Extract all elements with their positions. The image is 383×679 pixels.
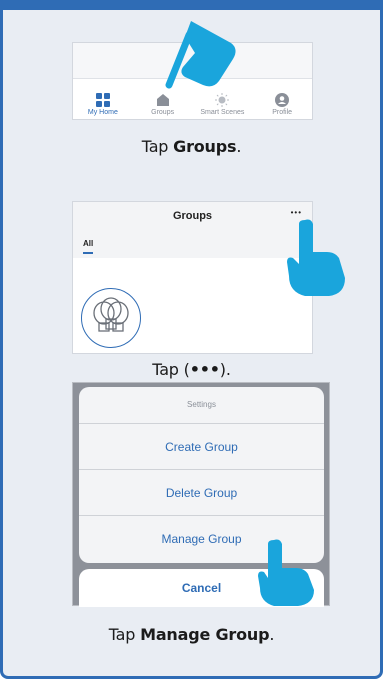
- create-group-button[interactable]: Create Group: [79, 423, 324, 469]
- groups-title: Groups: [172, 210, 213, 222]
- nav-item-profile[interactable]: Profile: [253, 93, 311, 119]
- sun-icon: [215, 93, 230, 107]
- nav-label: My Home: [87, 109, 118, 116]
- home-icon: [156, 94, 169, 106]
- nav-label: Profile: [272, 109, 293, 116]
- nav-item-my-home[interactable]: My Home: [74, 93, 132, 119]
- caption-bold: •••: [189, 360, 220, 379]
- step2-caption: Tap (•••).: [0, 360, 383, 379]
- grid-icon: [95, 93, 110, 107]
- step3-caption: Tap Manage Group.: [0, 625, 383, 644]
- caption-text: .: [236, 137, 242, 156]
- sheet-header: Settings: [187, 400, 216, 409]
- caption-text: Tap: [108, 625, 141, 644]
- pointing-hand-icon: [165, 21, 236, 89]
- caption-text: .: [269, 625, 275, 644]
- more-options-button[interactable]: •••: [291, 208, 302, 217]
- bulbs-icon: [93, 297, 129, 332]
- delete-group-button[interactable]: Delete Group: [79, 469, 324, 515]
- caption-bold: Manage Group: [140, 625, 270, 644]
- nav-label: Groups: [151, 109, 175, 116]
- card-header-bar: [0, 0, 383, 10]
- tab-indicator: [83, 252, 93, 254]
- groups-screenshot: Groups ••• All: [72, 201, 313, 354]
- pointing-hand-icon: [258, 539, 314, 606]
- step1-caption: Tap Groups.: [0, 137, 383, 156]
- profile-icon: [275, 93, 290, 107]
- caption-text: ).: [219, 360, 231, 379]
- caption-bold: Groups: [173, 137, 237, 156]
- nav-item-groups[interactable]: Groups: [134, 93, 192, 119]
- nav-label: Smart Scenes: [200, 109, 245, 116]
- pointing-hand-icon: [287, 219, 345, 296]
- bulb-group-card[interactable]: [81, 288, 141, 348]
- tab-all[interactable]: All: [83, 239, 93, 248]
- nav-item-smart-scenes[interactable]: Smart Scenes: [193, 93, 251, 119]
- settings-action-sheet: Settings Create Group Delete Group Manag…: [79, 387, 324, 563]
- caption-text: Tap (: [152, 360, 190, 379]
- caption-text: Tap: [141, 137, 174, 156]
